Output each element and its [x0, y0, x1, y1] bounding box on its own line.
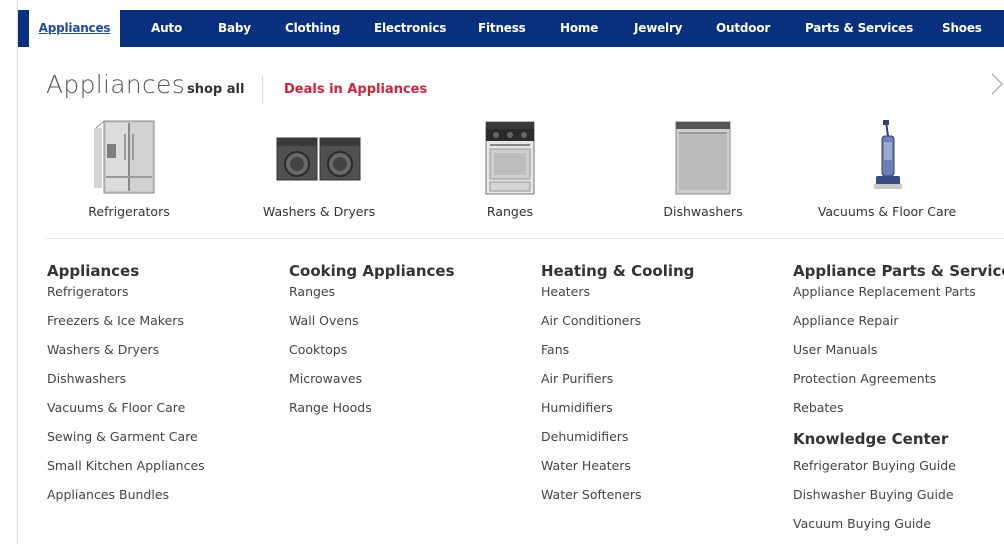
column-link[interactable]: Dehumidifiers [541, 427, 694, 456]
vacuum-icon [806, 116, 968, 196]
column-link[interactable]: Microwaves [289, 369, 455, 398]
chevron-right-icon[interactable] [990, 70, 1004, 98]
nav-item-parts-services[interactable]: Parts & Services [805, 10, 913, 47]
header-divider [262, 76, 263, 104]
featured-label: Vacuums & Floor Care [817, 204, 957, 219]
column-subheading: Knowledge Center [793, 430, 949, 448]
column-link[interactable]: Freezers & Ice Makers [47, 311, 205, 340]
range-icon [466, 116, 554, 196]
section-divider [46, 238, 1004, 239]
column-parts-services: Appliance Parts & Services Appliance Rep… [793, 260, 1004, 543]
shop-all-link[interactable]: shop all [187, 82, 244, 97]
featured-label: Ranges [486, 204, 534, 219]
column-link[interactable]: Air Purifiers [541, 369, 694, 398]
column-cooking-appliances: Cooking Appliances Ranges Wall Ovens Coo… [289, 260, 455, 427]
column-heading: Appliance Parts & Services [793, 262, 1004, 280]
washer-dryer-icon [252, 116, 386, 196]
featured-label: Refrigerators [88, 204, 170, 219]
column-link[interactable]: Cooktops [289, 340, 455, 369]
left-border [17, 0, 18, 544]
column-link[interactable]: Appliance Repair [793, 311, 1004, 340]
column-link[interactable]: Appliances Bundles [47, 485, 205, 514]
nav-item-auto[interactable]: Auto [151, 10, 182, 47]
featured-vacuums-floor-care[interactable]: Vacuums & Floor Care [806, 116, 968, 226]
column-link[interactable]: Dishwasher Buying Guide [793, 485, 1004, 514]
featured-dishwashers[interactable]: Dishwashers [646, 116, 760, 226]
column-link[interactable]: Water Heaters [541, 456, 694, 485]
featured-label: Dishwashers [663, 204, 743, 219]
nav-item-fitness[interactable]: Fitness [478, 10, 526, 47]
nav-item-jewelry[interactable]: Jewelry [634, 10, 682, 47]
nav-item-appliances[interactable]: Appliances [29, 10, 120, 54]
column-heading: Appliances [47, 262, 140, 280]
mega-menu-page: Appliances Auto Baby Clothing Electronic… [0, 0, 1004, 544]
column-link[interactable]: Air Conditioners [541, 311, 694, 340]
column-link[interactable]: Humidifiers [541, 398, 694, 427]
top-nav-bar: Appliances Auto Baby Clothing Electronic… [18, 10, 1004, 54]
nav-item-electronics[interactable]: Electronics [374, 10, 446, 47]
column-link[interactable]: Water Softeners [541, 485, 694, 514]
featured-washers-dryers[interactable]: Washers & Dryers [252, 116, 386, 226]
column-link[interactable]: Rebates [793, 398, 1004, 427]
column-heading: Heating & Cooling [541, 262, 695, 280]
dishwasher-icon [646, 116, 760, 196]
column-link[interactable]: Ranges [289, 282, 455, 311]
column-link[interactable]: Range Hoods [289, 398, 455, 427]
nav-item-outdoor[interactable]: Outdoor [716, 10, 770, 47]
column-link[interactable]: Refrigerator Buying Guide [793, 456, 1004, 485]
deals-link[interactable]: Deals in Appliances [284, 82, 427, 97]
page-title: Appliances [46, 70, 186, 99]
nav-item-home[interactable]: Home [560, 10, 598, 47]
column-link[interactable]: Vacuum Buying Guide [793, 514, 1004, 543]
column-heating-cooling: Heating & Cooling Heaters Air Conditione… [541, 260, 694, 514]
column-link[interactable]: Heaters [541, 282, 694, 311]
nav-item-baby[interactable]: Baby [218, 10, 251, 47]
column-link[interactable]: Vacuums & Floor Care [47, 398, 205, 427]
column-link[interactable]: Dishwashers [47, 369, 205, 398]
column-link[interactable]: Fans [541, 340, 694, 369]
nav-item-clothing[interactable]: Clothing [285, 10, 340, 47]
column-heading: Cooking Appliances [289, 262, 455, 280]
featured-refrigerators[interactable]: Refrigerators [66, 116, 192, 226]
column-link[interactable]: Appliance Replacement Parts [793, 282, 1004, 311]
column-link[interactable]: Wall Ovens [289, 311, 455, 340]
refrigerator-icon [66, 116, 192, 196]
column-appliances: Appliances Refrigerators Freezers & Ice … [47, 260, 205, 514]
column-link[interactable]: Sewing & Garment Care [47, 427, 205, 456]
column-link[interactable]: Refrigerators [47, 282, 205, 311]
nav-item-shoes[interactable]: Shoes [942, 10, 982, 47]
featured-label: Washers & Dryers [262, 204, 376, 219]
column-link[interactable]: Washers & Dryers [47, 340, 205, 369]
column-link[interactable]: Small Kitchen Appliances [47, 456, 205, 485]
column-link[interactable]: User Manuals [793, 340, 1004, 369]
featured-ranges[interactable]: Ranges [466, 116, 554, 226]
column-link[interactable]: Protection Agreements [793, 369, 1004, 398]
